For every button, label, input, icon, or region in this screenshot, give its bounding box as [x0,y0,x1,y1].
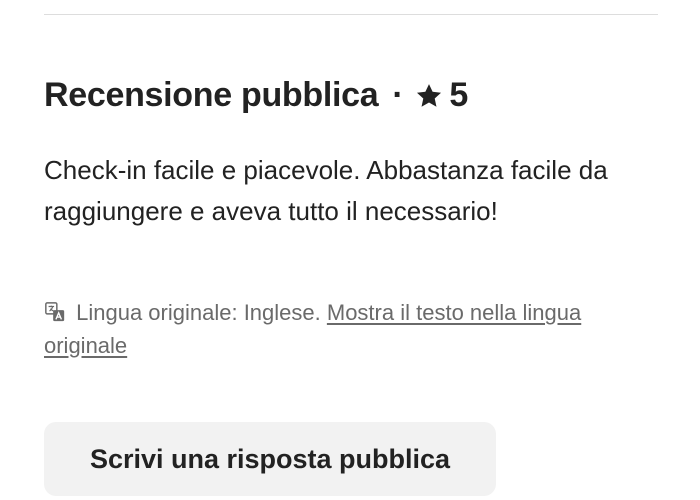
translate-icon [45,302,65,322]
rating-value: 5 [449,76,469,114]
review-panel: Recensione pubblica · 5 Check-in facile … [0,0,700,500]
review-heading: Recensione pubblica · 5 [44,76,468,115]
original-language-row: Lingua originale: Inglese. Mostra il tes… [44,296,664,362]
top-divider [44,14,658,15]
original-language-label: Lingua originale: Inglese. [76,300,321,325]
star-icon [417,83,442,107]
write-public-reply-button[interactable]: Scrivi una risposta pubblica [44,422,496,496]
review-body: Check-in facile e piacevole. Abbastanza … [44,155,608,226]
review-title: Recensione pubblica [44,76,379,114]
heading-separator: · [392,76,404,114]
